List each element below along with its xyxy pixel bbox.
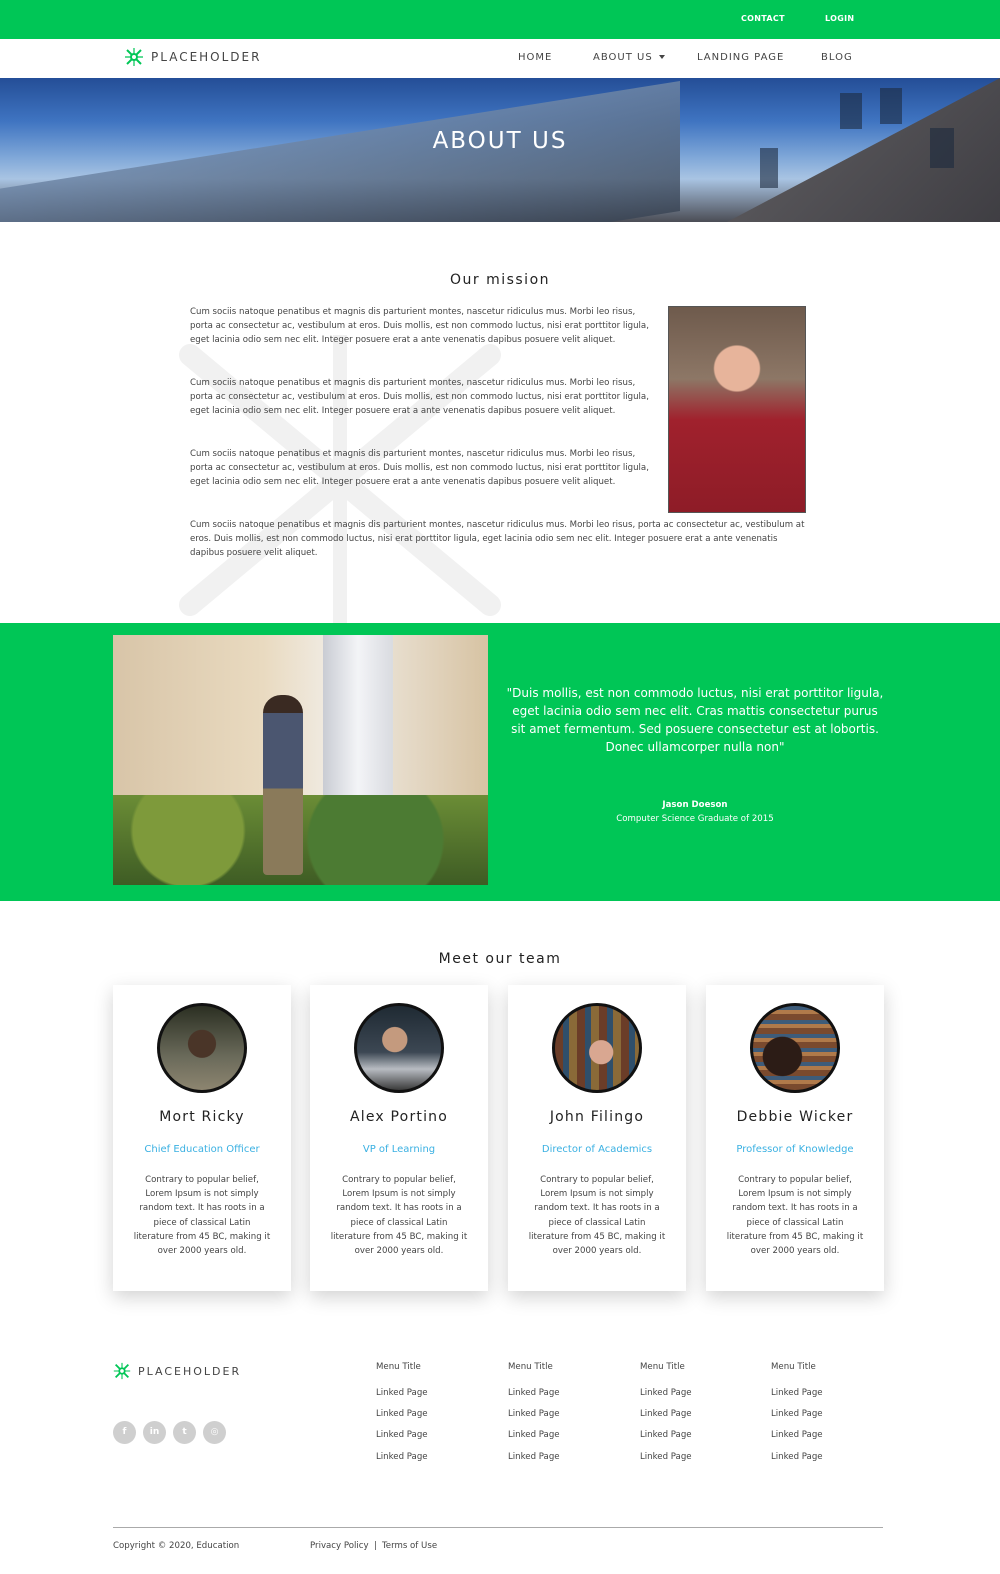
footer-link[interactable]: Linked Page [771, 1430, 823, 1440]
team-member-bio: Contrary to popular belief, Lorem Ipsum … [133, 1175, 271, 1257]
team-card: Alex Portino VP of Learning Contrary to … [310, 985, 488, 1291]
mission-portrait-image [668, 306, 806, 513]
mission-paragraph: Cum sociis natoque penatibus et magnis d… [190, 378, 649, 417]
footer-link[interactable]: Linked Page [376, 1388, 428, 1398]
team-member-name: Debbie Wicker [736, 1109, 854, 1125]
hero-window [840, 93, 862, 129]
team-member-bio: Contrary to popular belief, Lorem Ipsum … [726, 1175, 864, 1257]
mission-paragraph: Cum sociis natoque penatibus et magnis d… [190, 307, 649, 346]
footer-link[interactable]: Linked Page [376, 1452, 428, 1462]
mission-heading: Our mission [449, 272, 551, 288]
nav-about-label: ABOUT US [593, 52, 653, 63]
footer-link[interactable]: Linked Page [508, 1452, 560, 1462]
team-member-role: Professor of Knowledge [736, 1144, 854, 1155]
chevron-down-icon [658, 55, 665, 59]
mission-paragraph: Cum sociis natoque penatibus et magnis d… [190, 520, 805, 559]
nav-home[interactable]: HOME [518, 52, 552, 63]
team-heading: Meet our team [438, 951, 562, 967]
footer-link[interactable]: Linked Page [771, 1409, 823, 1419]
footer-link[interactable]: Linked Page [640, 1409, 692, 1419]
team-member-role: Chief Education Officer [144, 1144, 260, 1155]
footer-link[interactable]: Linked Page [376, 1430, 428, 1440]
footer-link[interactable]: Linked Page [640, 1430, 692, 1440]
footer-link[interactable]: Linked Page [771, 1388, 823, 1398]
footer-menu-title: Menu Title [771, 1362, 816, 1372]
footer-link[interactable]: Linked Page [640, 1452, 692, 1462]
hero-window [880, 88, 902, 124]
hero-window [760, 148, 778, 188]
footer-link[interactable]: Linked Page [508, 1388, 560, 1398]
footer-menu-title: Menu Title [640, 1362, 685, 1372]
login-link[interactable]: LOGIN [825, 14, 854, 23]
team-card: Mort Ricky Chief Education Officer Contr… [113, 985, 291, 1291]
team-member-name: Alex Portino [349, 1109, 449, 1125]
contact-link[interactable]: CONTACT [741, 14, 785, 23]
hero-banner: ABOUT US [0, 78, 1000, 222]
testimonial-quote: "Duis mollis, est non commodo luctus, ni… [506, 686, 884, 754]
main-nav: PLACEHOLDER HOME ABOUT US LANDING PAGE B… [0, 39, 1000, 78]
testimonial-author: Jason Doeson [662, 800, 728, 810]
brand-logo[interactable]: PLACEHOLDER [123, 46, 261, 68]
footer-link[interactable]: Linked Page [508, 1430, 560, 1440]
twitter-icon[interactable]: t [173, 1421, 196, 1444]
footer-link[interactable]: Linked Page [508, 1409, 560, 1419]
brand-name: PLACEHOLDER [138, 1364, 242, 1378]
avatar [157, 1003, 247, 1093]
top-bar: CONTACT LOGIN [0, 0, 1000, 39]
footer-divider [113, 1527, 883, 1528]
mission-paragraph: Cum sociis natoque penatibus et magnis d… [190, 449, 649, 488]
photo-student [263, 695, 303, 875]
team-member-role: Director of Academics [541, 1144, 653, 1155]
copyright-text: Copyright © 2020, Education [113, 1541, 240, 1551]
footer-menu-title: Menu Title [376, 1362, 421, 1372]
team-card: Debbie Wicker Professor of Knowledge Con… [706, 985, 884, 1291]
team-member-name: John Filingo [549, 1109, 645, 1125]
footer-separator: | [374, 1541, 377, 1551]
nav-about-us[interactable]: ABOUT US [593, 52, 665, 63]
testimonial-author-role: Computer Science Graduate of 2015 [616, 814, 774, 824]
footer-brand-logo[interactable]: PLACEHOLDER [112, 1361, 241, 1381]
page-title: ABOUT US [432, 128, 568, 154]
instagram-icon[interactable]: ◎ [203, 1421, 226, 1444]
team-member-bio: Contrary to popular belief, Lorem Ipsum … [528, 1175, 666, 1257]
terms-of-use-link[interactable]: Terms of Use [382, 1541, 437, 1551]
footer-link[interactable]: Linked Page [376, 1409, 428, 1419]
avatar [552, 1003, 642, 1093]
linkedin-icon[interactable]: in [143, 1421, 166, 1444]
nav-blog[interactable]: BLOG [821, 52, 853, 63]
logo-icon [113, 1362, 131, 1380]
team-card: John Filingo Director of Academics Contr… [508, 985, 686, 1291]
team-member-name: Mort Ricky [159, 1109, 245, 1125]
team-member-role: VP of Learning [362, 1144, 436, 1155]
team-member-bio: Contrary to popular belief, Lorem Ipsum … [330, 1175, 468, 1257]
avatar [354, 1003, 444, 1093]
brand-name: PLACEHOLDER [151, 50, 262, 64]
facebook-icon[interactable]: f [113, 1421, 136, 1444]
footer-link[interactable]: Linked Page [771, 1452, 823, 1462]
privacy-policy-link[interactable]: Privacy Policy [310, 1541, 369, 1551]
footer-menu-title: Menu Title [508, 1362, 553, 1372]
avatar [750, 1003, 840, 1093]
logo-icon [125, 48, 143, 66]
nav-landing-page[interactable]: LANDING PAGE [697, 52, 784, 63]
testimonial-photo [113, 635, 488, 885]
footer-link[interactable]: Linked Page [640, 1388, 692, 1398]
